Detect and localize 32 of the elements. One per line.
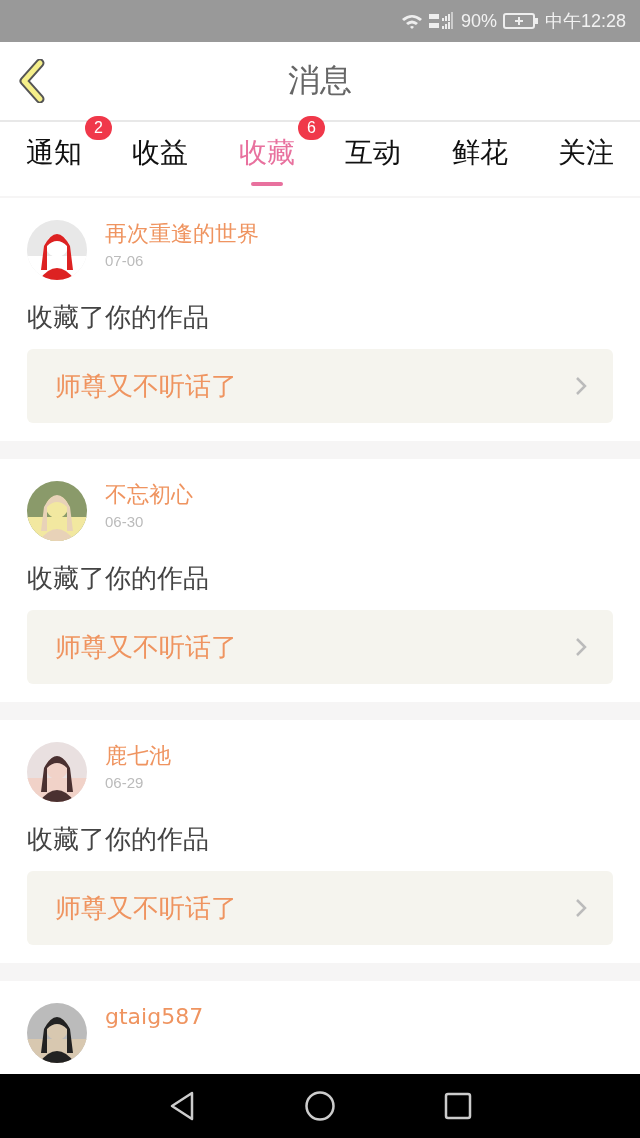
- home-icon[interactable]: [304, 1090, 336, 1122]
- message-text: 收藏了你的作品: [27, 301, 210, 334]
- message-date: 06-29: [105, 774, 145, 791]
- chevron-right-icon: [575, 637, 587, 657]
- battery-percent: 90%: [460, 10, 497, 32]
- user-name[interactable]: 再次重逢的世界: [105, 220, 259, 248]
- wifi-icon: [400, 13, 423, 29]
- message-text: 收藏了你的作品: [27, 562, 210, 595]
- tab[interactable]: 关注: [557, 122, 614, 190]
- count-badge: 2: [85, 116, 112, 140]
- message-date: 07-06: [105, 252, 145, 269]
- work-link[interactable]: 师尊又不听话了: [27, 610, 613, 684]
- user-name[interactable]: 鹿七池: [105, 742, 171, 770]
- user-name[interactable]: gtaig587: [105, 1003, 204, 1031]
- work-link[interactable]: 师尊又不听话了: [27, 871, 613, 945]
- user-name[interactable]: 不忘初心: [105, 481, 193, 509]
- message-text: 收藏了你的作品: [27, 823, 210, 856]
- chevron-right-icon: [575, 376, 587, 396]
- tab-indicator: [250, 182, 283, 186]
- back-nav-icon[interactable]: [168, 1090, 196, 1122]
- tab[interactable]: 鲜花: [451, 122, 508, 190]
- recent-apps-icon[interactable]: [444, 1092, 472, 1120]
- tab[interactable]: 收益: [132, 122, 189, 190]
- tab[interactable]: 互动: [345, 122, 402, 190]
- page-title: 消息: [287, 60, 353, 101]
- clock-time: 中午12:28: [544, 10, 626, 33]
- battery-icon: [502, 12, 539, 30]
- chevron-right-icon: [575, 898, 587, 918]
- message-date: 06-30: [105, 513, 145, 530]
- signal-icon: [428, 12, 455, 30]
- work-link[interactable]: 师尊又不听话了: [27, 349, 613, 423]
- count-badge: 6: [297, 116, 325, 140]
